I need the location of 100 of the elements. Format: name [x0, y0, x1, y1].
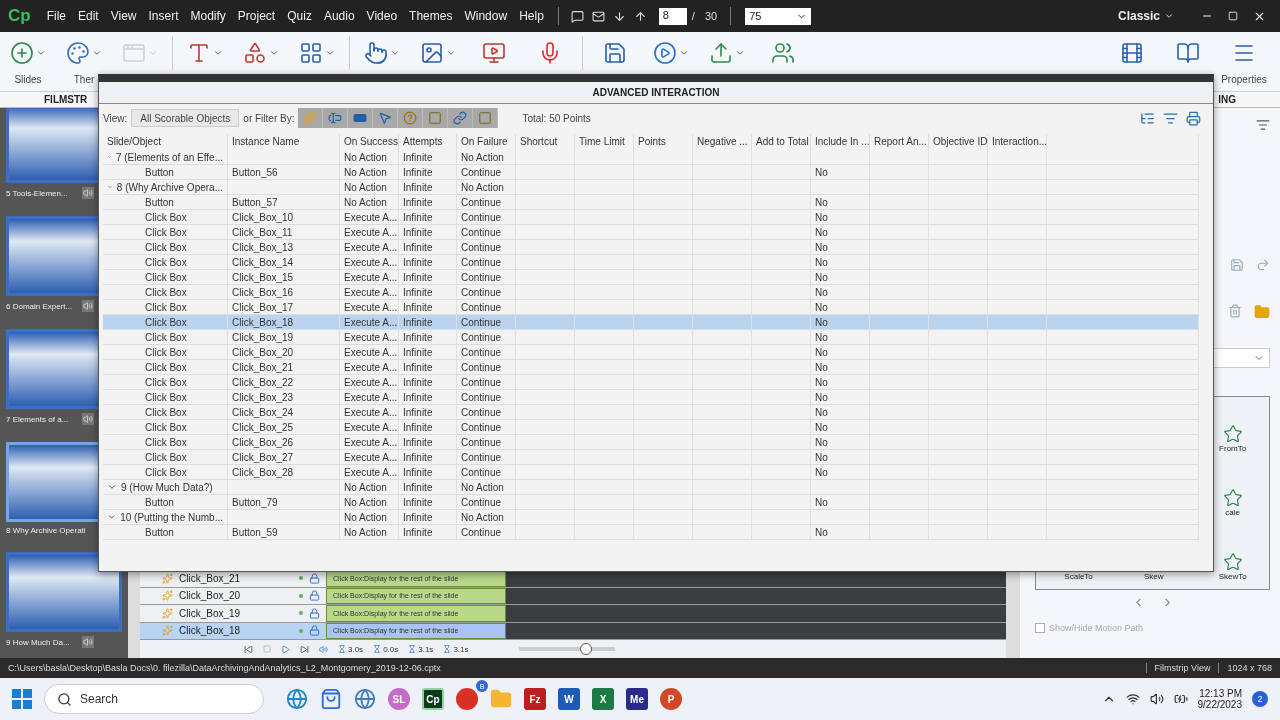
start-icon[interactable]	[12, 689, 32, 709]
browser-icon[interactable]	[456, 688, 478, 710]
app-icon[interactable]: Me	[626, 688, 648, 710]
page-field[interactable]: 8	[658, 7, 687, 25]
table-row[interactable]: Click Box Click_Box_14 Execute A... Infinite Continue No	[103, 255, 1199, 270]
speaker-icon[interactable]	[1149, 692, 1164, 706]
menu-item[interactable]: Themes	[403, 9, 459, 23]
view-button[interactable]: All Scorable Objects	[131, 109, 240, 127]
menu-item[interactable]: Help	[513, 9, 550, 23]
app-icon[interactable]: Fz	[524, 688, 546, 710]
table-row[interactable]: Click Box Click_Box_21 Execute A... Infinite Continue No	[103, 360, 1199, 375]
table-row[interactable]: Button Button_57 No Action Infinite Continue No	[103, 195, 1199, 210]
clock[interactable]: 12:13 PM 9/22/2023	[1197, 688, 1242, 710]
wifi-icon[interactable]	[1125, 692, 1140, 706]
table-row[interactable]: Click Box Click_Box_16 Execute A... Infinite Continue No	[103, 285, 1199, 300]
app-icon[interactable]: Cp	[422, 688, 444, 710]
table-row[interactable]: Click Box Click_Box_28 Execute A... Infinite Continue No	[103, 465, 1199, 480]
menu-item[interactable]: Project	[231, 9, 282, 23]
table-row[interactable]: Button Button_56 No Action Infinite Continue No	[103, 165, 1199, 180]
collapse-icon[interactable]	[107, 482, 117, 492]
visibility-dot[interactable]	[299, 628, 303, 633]
column-header[interactable]: Slide/Object	[103, 134, 228, 150]
list-icon[interactable]	[1140, 110, 1155, 126]
table-row[interactable]: Click Box Click_Box_23 Execute A... Infinite Continue No	[103, 390, 1199, 405]
browser-icon[interactable]	[286, 688, 308, 710]
column-header[interactable]: Include In ...	[811, 134, 870, 150]
column-header[interactable]: Shortcut	[516, 134, 575, 150]
skip-forward-icon[interactable]	[300, 644, 309, 654]
visibility-dot[interactable]	[299, 611, 303, 616]
lock-icon[interactable]	[309, 625, 320, 637]
comment-icon[interactable]	[570, 9, 584, 23]
table-row[interactable]: Button Button_59 No Action Infinite Continue No	[103, 525, 1199, 540]
table-row[interactable]: Click Box Click_Box_25 Execute A... Infinite Continue No	[103, 420, 1199, 435]
lock-icon[interactable]	[309, 572, 320, 584]
filter-list-icon[interactable]	[1163, 110, 1178, 126]
table-row[interactable]: Click Box Click_Box_27 Execute A... Infinite Continue No	[103, 450, 1199, 465]
notification-count[interactable]: 2	[1252, 691, 1268, 707]
table-cell: Execute A...	[340, 225, 399, 239]
menu-item[interactable]: Window	[458, 9, 514, 23]
globe-icon[interactable]	[354, 688, 376, 710]
table-row[interactable]: Click Box Click_Box_10 Execute A... Infinite Continue No	[103, 210, 1199, 225]
table-cell: Continue	[457, 300, 516, 314]
menu-item[interactable]: Quiz	[281, 9, 318, 23]
table-row[interactable]: Click Box Click_Box_13 Execute A... Infinite Continue No	[103, 240, 1199, 255]
menu-item[interactable]: Modify	[184, 9, 232, 23]
menu-item[interactable]: File	[40, 9, 72, 23]
table-row[interactable]: Click Box Click_Box_15 Execute A... Infinite Continue No	[103, 270, 1199, 285]
column-header[interactable]: Report An...	[870, 134, 929, 150]
column-header[interactable]: Instance Name	[228, 134, 340, 150]
column-header[interactable]: Points	[634, 134, 693, 150]
lock-icon[interactable]	[309, 607, 320, 619]
mail-icon[interactable]	[591, 9, 605, 23]
table-row[interactable]: Click Box Click_Box_18 Execute A... Infinite Continue No	[103, 315, 1199, 330]
column-header[interactable]: Time Limit	[575, 134, 634, 150]
visibility-dot[interactable]	[299, 593, 303, 598]
save-icon	[603, 41, 627, 65]
column-header[interactable]: On Failure	[457, 134, 516, 150]
timeline-row[interactable]: Click_Box_19	[140, 605, 326, 622]
collapse-icon[interactable]	[107, 512, 117, 522]
app-icon[interactable]: X	[592, 688, 614, 710]
table-row[interactable]: Click Box Click_Box_19 Execute A... Infinite Continue No	[103, 330, 1199, 345]
table-row[interactable]: Button Button_79 No Action Infinite Continue No	[103, 495, 1199, 510]
column-header[interactable]: Objective ID	[929, 134, 988, 150]
zoom-select[interactable]: 75	[745, 7, 812, 25]
column-header[interactable]: Attempts	[399, 134, 457, 150]
table-row[interactable]: Click Box Click_Box_26 Execute A... Infinite Continue No	[103, 435, 1199, 450]
trash-icon[interactable]	[1228, 304, 1242, 318]
table-row[interactable]: Click Box Click_Box_22 Execute A... Infinite Continue No	[103, 375, 1199, 390]
visibility-dot[interactable]	[299, 576, 303, 581]
column-header[interactable]: On Success	[340, 134, 399, 150]
table-row[interactable]: Click Box Click_Box_24 Execute A... Infinite Continue No	[103, 405, 1199, 420]
table-row[interactable]: Click Box Click_Box_11 Execute A... Infinite Continue No	[103, 225, 1199, 240]
battery-icon[interactable]	[1173, 692, 1188, 706]
column-header[interactable]: Add to Total	[752, 134, 811, 150]
slide-thumbnail[interactable]	[6, 552, 122, 632]
menu-item[interactable]: Audio	[317, 9, 361, 23]
app-icon[interactable]: W	[558, 688, 580, 710]
menu-item[interactable]: Video	[360, 9, 404, 23]
table-cell: Click_Box_18	[228, 315, 340, 329]
column-header[interactable]: Negative ...	[693, 134, 752, 150]
menu-item[interactable]: Insert	[142, 9, 185, 23]
arrow-up-icon[interactable]	[633, 9, 647, 23]
lock-icon[interactable]	[309, 590, 320, 602]
workspace-menu[interactable]: Classic	[1117, 9, 1174, 23]
redo-icon[interactable]	[1256, 258, 1270, 272]
store-icon[interactable]	[320, 688, 342, 710]
menu-item[interactable]: View	[104, 9, 143, 23]
arrow-down-icon[interactable]	[612, 9, 626, 23]
save-icon[interactable]	[1230, 258, 1244, 272]
folder-icon[interactable]	[1254, 304, 1270, 320]
slider-thumb[interactable]	[579, 643, 592, 655]
table-row[interactable]: Click Box Click_Box_20 Execute A... Infinite Continue No	[103, 345, 1199, 360]
search-field[interactable]: Search	[44, 684, 264, 714]
menu-item[interactable]: Edit	[72, 9, 105, 23]
skip-back-icon[interactable]	[244, 644, 253, 654]
print-icon[interactable]	[1186, 110, 1201, 126]
column-header[interactable]: Interaction...	[988, 134, 1047, 150]
play-icon[interactable]	[281, 644, 290, 654]
panel-menu-icon[interactable]	[1256, 118, 1270, 132]
app-icon[interactable]: P	[660, 688, 682, 710]
